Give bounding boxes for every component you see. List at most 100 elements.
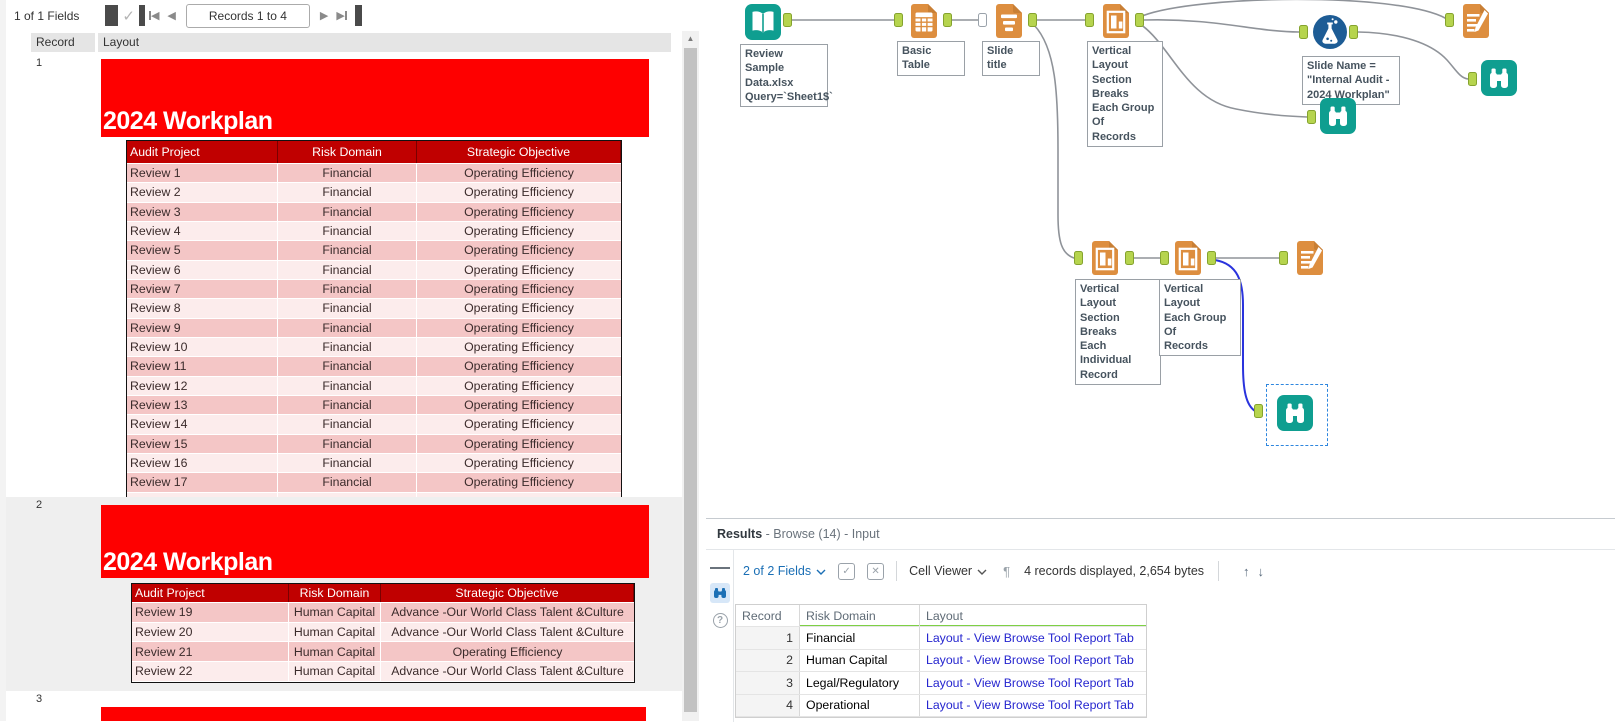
connection-anchor[interactable] [978, 13, 987, 27]
report-table-cell: Operating Efficiency [417, 221, 621, 241]
vertical-scrollbar[interactable]: ▲ [682, 31, 699, 721]
fields-dropdown[interactable]: 2 of 2 Fields [743, 564, 811, 578]
report-table-cell: Operating Efficiency [417, 376, 621, 395]
connection-anchor[interactable] [1445, 13, 1454, 27]
report-table-header-cell: Audit Project [127, 141, 278, 163]
report-text-icon [996, 4, 1022, 38]
connection-anchor[interactable] [1135, 13, 1144, 27]
first-record-button[interactable]: ◀ [145, 4, 163, 28]
layout-report-link[interactable]: Layout - View Browse Tool Report Tab [920, 650, 1146, 672]
connection-anchor[interactable] [943, 13, 952, 27]
report-table-cell: Review 20 [132, 622, 289, 642]
tool-annotation[interactable]: Basic Table [897, 41, 965, 76]
deselect-all-icon[interactable]: ✕ [867, 562, 885, 580]
connection-anchor[interactable] [1279, 251, 1288, 265]
connection-anchor[interactable] [1307, 110, 1316, 124]
layout-report-link[interactable]: Layout - View Browse Tool Report Tab [920, 695, 1146, 717]
results-header: Results - Browse (14) - Input [717, 527, 880, 541]
tool-browse-top[interactable] [1481, 60, 1517, 96]
tool-vertical-layout-individual[interactable] [1087, 240, 1123, 276]
select-all-checkbox-icon[interactable]: ✓ [838, 562, 856, 580]
connection-anchor[interactable] [1349, 25, 1358, 39]
previous-record-button[interactable]: ◀ [163, 4, 179, 28]
layout-report-link[interactable]: Layout - View Browse Tool Report Tab [920, 627, 1146, 649]
metadata-list-icon[interactable] [710, 558, 731, 578]
tool-annotation[interactable]: Slide title [982, 41, 1040, 76]
whitespace-toggle-icon[interactable]: ¶ [1003, 564, 1010, 579]
record-number: 2 [36, 499, 43, 511]
column-header-layout[interactable]: Layout [98, 33, 671, 52]
results-subtitle: - Browse (14) - Input [762, 527, 880, 541]
report-table-cell: Review 9 [127, 318, 278, 337]
connection-anchor[interactable] [783, 13, 792, 27]
report-table: Audit Project Risk Domain Strategic Object… [126, 140, 622, 513]
tool-input-data[interactable] [745, 4, 781, 40]
connection-anchor[interactable] [894, 13, 903, 27]
tool-formula[interactable] [1312, 14, 1348, 50]
connection-anchor[interactable] [1085, 13, 1094, 27]
tool-render-top[interactable] [1458, 3, 1494, 39]
binoculars-icon [1481, 60, 1517, 96]
tool-vertical-layout-group-top[interactable] [1098, 3, 1134, 39]
workflow-canvas[interactable]: Review Sample Data.xlsx Query=`Sheet1$` B… [706, 0, 1615, 518]
results-title: Results [717, 527, 763, 541]
tool-browse-selected[interactable] [1277, 395, 1313, 431]
report-table-cell: Review 17 [127, 473, 278, 492]
connection-anchor[interactable] [1468, 72, 1477, 86]
connection-anchor[interactable] [1254, 404, 1263, 418]
splitter-handle[interactable] [105, 5, 119, 26]
scrollbar-thumb[interactable] [684, 48, 697, 712]
report-table-cell: Operating Efficiency [417, 279, 621, 299]
splitter-handle[interactable] [354, 5, 362, 26]
records-range-box[interactable]: Records 1 to 4 [185, 3, 310, 28]
report-table-cell: Operating Efficiency [417, 473, 621, 492]
tool-render-bottom[interactable] [1292, 240, 1328, 276]
tool-browse-mid[interactable] [1320, 98, 1356, 134]
tool-slide-title[interactable] [991, 3, 1027, 39]
check-icon: ✓ [122, 7, 135, 25]
tool-vertical-layout-group-bottom[interactable] [1170, 240, 1206, 276]
connection-anchor[interactable] [1125, 251, 1134, 265]
browse-view-icon[interactable] [710, 583, 730, 603]
next-record-button[interactable]: ▶ [316, 4, 332, 28]
scroll-up-down-icons[interactable]: ↑↓ [1243, 564, 1272, 579]
results-column-header[interactable]: Record [736, 605, 800, 626]
report-table-cell: Advance -Our World Class Talent &Culture [381, 662, 634, 681]
scroll-up-arrow-icon[interactable]: ▲ [682, 31, 699, 47]
report-table-cell: Financial [278, 183, 417, 202]
column-header-record[interactable]: Record [31, 33, 95, 52]
results-cell: 2 [736, 649, 800, 671]
help-icon[interactable]: ? [710, 610, 730, 630]
results-column-header[interactable]: Risk Domain [800, 605, 920, 626]
tool-annotation[interactable]: Vertical Layout Section Breaks Each Grou… [1087, 41, 1163, 148]
chevron-down-icon[interactable] [816, 569, 826, 575]
report-table-header-cell: Audit Project [132, 584, 289, 602]
results-column-header[interactable]: Layout [920, 605, 1146, 626]
report-table-row: Review 7 Financial Operating Efficiency [127, 279, 621, 300]
tool-basic-table[interactable] [906, 3, 942, 39]
report-table-cell: Financial [278, 318, 417, 337]
connection-anchor[interactable] [1207, 251, 1216, 265]
chevron-down-icon[interactable] [977, 569, 987, 575]
tool-annotation[interactable]: Vertical Layout Section Breaks Each Indi… [1075, 279, 1161, 386]
report-table-row: Review 6 Financial Operating Efficiency [127, 260, 621, 280]
report-table-cell: Operating Efficiency [417, 164, 621, 183]
tool-annotation[interactable]: Review Sample Data.xlsx Query=`Sheet1$` [740, 44, 833, 108]
report-table-row: Review 8 Financial Operating Efficiency [127, 299, 621, 319]
report-table-cell: Review 2 [127, 183, 278, 202]
report-table-cell: Financial [278, 415, 417, 434]
report-table-cell: Human Capital [289, 622, 381, 642]
layout-report-link[interactable]: Layout - View Browse Tool Report Tab [920, 672, 1146, 694]
connection-anchor[interactable] [1299, 25, 1308, 39]
connection-anchor[interactable] [1074, 251, 1083, 265]
report-table-cell: Review 15 [127, 434, 278, 453]
last-record-button[interactable]: ▶ [332, 4, 350, 28]
report-table-row: Review 12 Financial Operating Efficiency [127, 376, 621, 396]
connection-anchor[interactable] [1028, 13, 1037, 27]
cell-viewer-dropdown[interactable]: Cell Viewer [909, 564, 972, 578]
report-table: Audit Project Risk Domain Strategic Object… [131, 583, 635, 683]
connection-anchor[interactable] [1160, 251, 1169, 265]
tool-annotation[interactable]: Vertical Layout Each Group Of Records [1159, 279, 1241, 357]
results-header-row: Record Risk Domain Layout [736, 605, 1146, 627]
report-table-cell: Operating Efficiency [417, 299, 621, 318]
